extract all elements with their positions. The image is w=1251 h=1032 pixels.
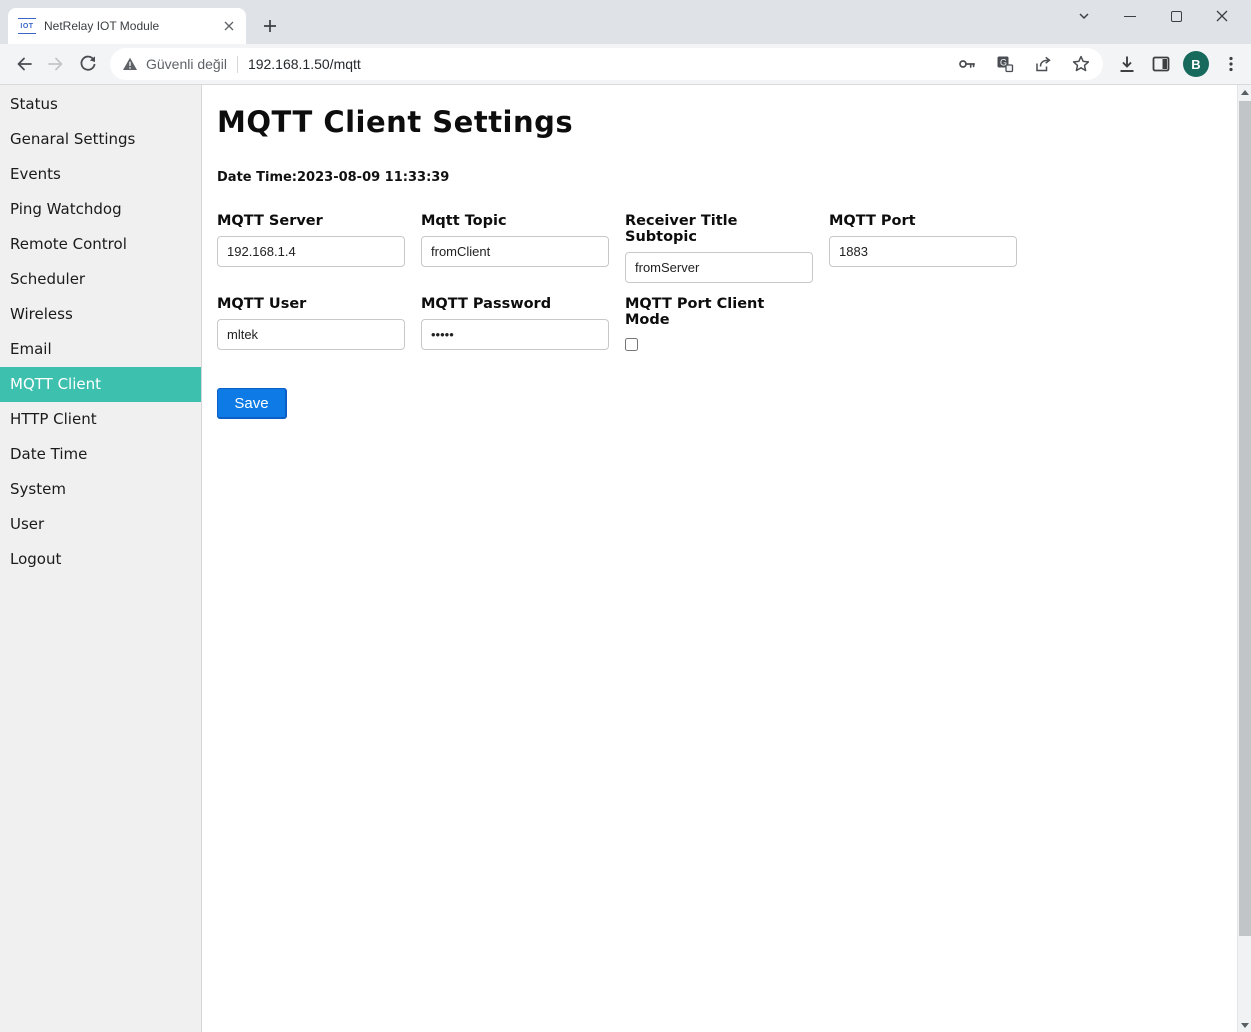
tab-search-chevron-icon[interactable] — [1061, 1, 1107, 31]
receiver-title-subtopic-input[interactable] — [625, 252, 813, 283]
minimize-button[interactable] — [1107, 1, 1153, 31]
sidebar-item-remote-control[interactable]: Remote Control — [0, 227, 201, 262]
translate-icon[interactable]: G — [993, 52, 1017, 76]
mqtt-topic-input[interactable] — [421, 236, 609, 267]
password-key-icon[interactable] — [955, 52, 979, 76]
mqtt-password-input[interactable] — [421, 319, 609, 350]
security-label: Güvenli değil — [146, 56, 227, 72]
url-text[interactable]: 192.168.1.50/mqtt — [248, 56, 955, 72]
profile-avatar[interactable]: B — [1183, 51, 1209, 77]
sidebar-item-email[interactable]: Email — [0, 332, 201, 367]
tab-close-icon[interactable] — [220, 17, 238, 35]
address-bar[interactable]: Güvenli değil 192.168.1.50/mqtt G — [110, 48, 1103, 80]
field-mqtt-topic: Mqtt Topic — [421, 213, 609, 283]
forward-button[interactable] — [40, 48, 72, 80]
close-window-button[interactable] — [1199, 1, 1245, 31]
browser-tab[interactable]: IOT NetRelay IOT Module — [8, 8, 246, 44]
sidebar-item-general-settings[interactable]: Genaral Settings — [0, 122, 201, 157]
sidebar-item-system[interactable]: System — [0, 472, 201, 507]
field-receiver-title-subtopic: Receiver Title Subtopic — [625, 213, 813, 283]
mqtt-port-client-mode-checkbox[interactable] — [625, 338, 638, 351]
page-title: MQTT Client Settings — [217, 105, 1251, 139]
field-mqtt-server: MQTT Server — [217, 213, 405, 283]
new-tab-button[interactable] — [256, 12, 284, 40]
not-secure-warning-icon — [122, 56, 138, 72]
mqtt-password-label: MQTT Password — [421, 296, 609, 312]
settings-panel: MQTT Client Settings Date Time:2023-08-0… — [202, 85, 1251, 1032]
back-button[interactable] — [8, 48, 40, 80]
sidebar-item-mqtt-client[interactable]: MQTT Client — [0, 367, 201, 402]
mqtt-topic-label: Mqtt Topic — [421, 213, 609, 229]
site-favicon-icon: IOT — [18, 18, 36, 34]
sidebar-nav: Status Genaral Settings Events Ping Watc… — [0, 85, 202, 1032]
mqtt-server-input[interactable] — [217, 236, 405, 267]
date-time-text: Date Time:2023-08-09 11:33:39 — [217, 170, 1251, 185]
browser-toolbar: Güvenli değil 192.168.1.50/mqtt G — [0, 44, 1251, 85]
sidebar-item-http-client[interactable]: HTTP Client — [0, 402, 201, 437]
scroll-up-icon[interactable] — [1238, 85, 1251, 99]
sidebar-item-events[interactable]: Events — [0, 157, 201, 192]
mqtt-user-label: MQTT User — [217, 296, 405, 312]
scrollbar-thumb[interactable] — [1239, 101, 1251, 936]
page-scrollbar[interactable] — [1237, 85, 1251, 1032]
field-mqtt-port: MQTT Port — [829, 213, 1017, 283]
tab-title: NetRelay IOT Module — [44, 19, 220, 33]
bookmark-star-icon[interactable] — [1069, 52, 1093, 76]
sidebar-item-date-time[interactable]: Date Time — [0, 437, 201, 472]
refresh-button[interactable] — [72, 48, 104, 80]
sidebar-item-user[interactable]: User — [0, 507, 201, 542]
chip-divider — [237, 56, 238, 73]
mqtt-port-label: MQTT Port — [829, 213, 1017, 229]
mqtt-port-input[interactable] — [829, 236, 1017, 267]
side-panel-icon[interactable] — [1149, 52, 1173, 76]
menu-dots-icon[interactable] — [1219, 52, 1243, 76]
field-mqtt-password: MQTT Password — [421, 296, 609, 355]
tab-strip: IOT NetRelay IOT Module — [0, 0, 1251, 44]
mqtt-user-input[interactable] — [217, 319, 405, 350]
field-mqtt-port-client-mode: MQTT Port Client Mode — [625, 296, 813, 355]
window-controls — [1061, 0, 1245, 32]
mqtt-port-client-mode-label: MQTT Port Client Mode — [625, 296, 813, 328]
sidebar-item-ping-watchdog[interactable]: Ping Watchdog — [0, 192, 201, 227]
field-mqtt-user: MQTT User — [217, 296, 405, 355]
maximize-button[interactable] — [1153, 1, 1199, 31]
browser-window: IOT NetRelay IOT Module — [0, 0, 1251, 1032]
sidebar-item-logout[interactable]: Logout — [0, 542, 201, 577]
sidebar-item-wireless[interactable]: Wireless — [0, 297, 201, 332]
mqtt-server-label: MQTT Server — [217, 213, 405, 229]
security-chip[interactable]: Güvenli değil — [122, 56, 227, 72]
sidebar-item-scheduler[interactable]: Scheduler — [0, 262, 201, 297]
save-button[interactable]: Save — [217, 388, 287, 419]
page-content: Status Genaral Settings Events Ping Watc… — [0, 85, 1251, 1032]
downloads-icon[interactable] — [1115, 52, 1139, 76]
scroll-down-icon[interactable] — [1238, 1018, 1251, 1032]
sidebar-item-status[interactable]: Status — [0, 87, 201, 122]
share-icon[interactable] — [1031, 52, 1055, 76]
receiver-title-subtopic-label: Receiver Title Subtopic — [625, 213, 813, 245]
settings-form: MQTT Server Mqtt Topic Receiver Title Su… — [217, 213, 1251, 355]
